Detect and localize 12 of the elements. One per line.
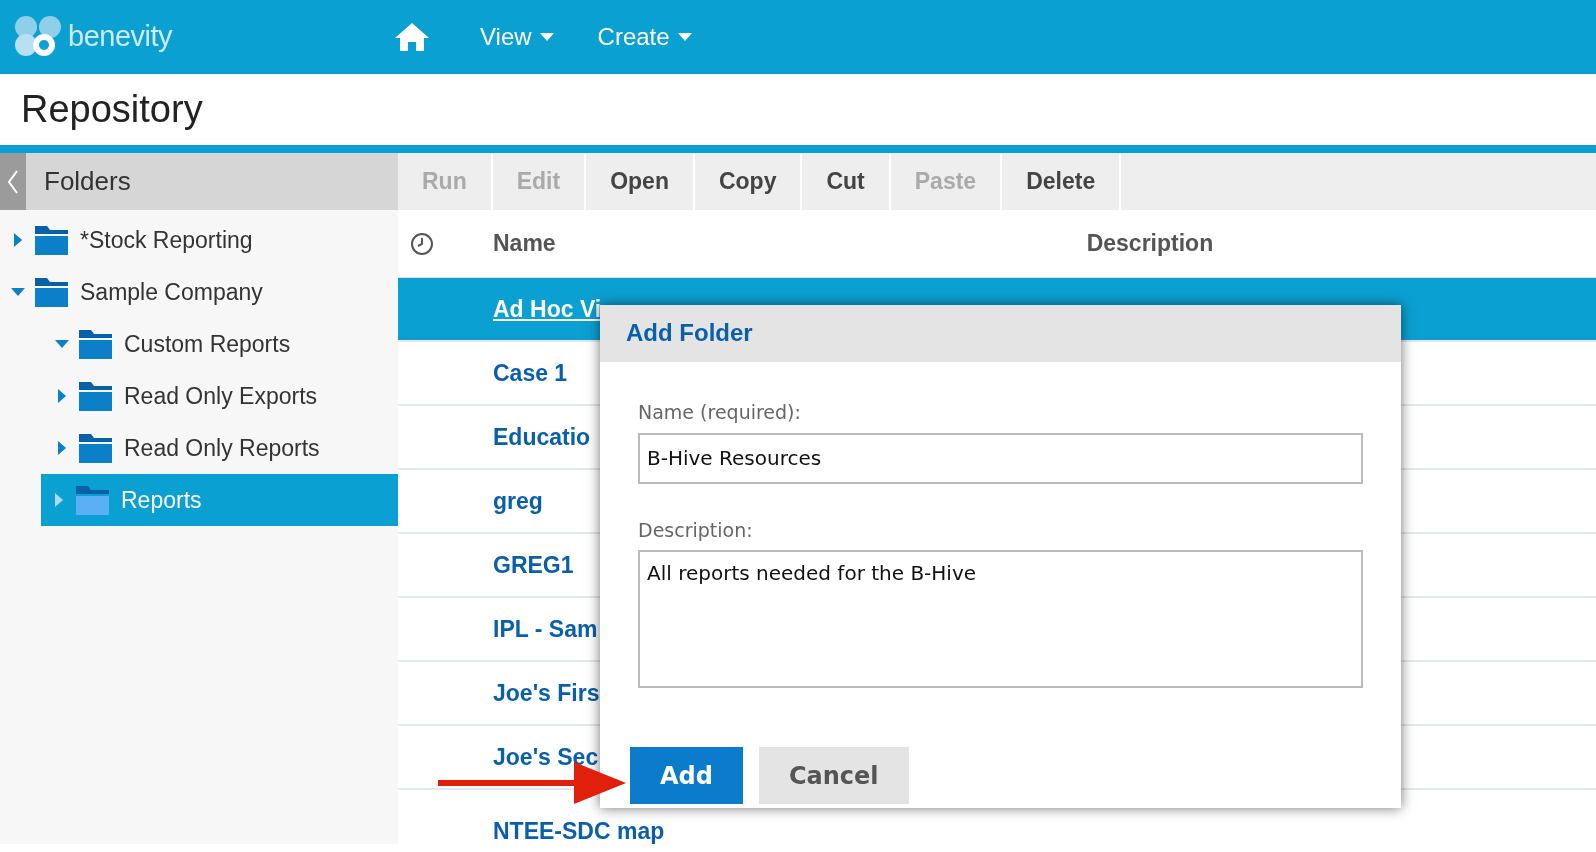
field-label: Description: <box>638 517 754 543</box>
brand-name: benevity <box>68 19 172 55</box>
page-title: Repository <box>21 86 203 132</box>
tree-item-label: Reports <box>121 485 202 515</box>
tree-item-label: Read Only Exports <box>124 381 318 411</box>
tree-item-label: Read Only Reports <box>124 433 320 463</box>
field-label: Name (required): <box>638 400 802 425</box>
tree-item-label: Custom Reports <box>124 329 291 359</box>
sidebar-title: Folders <box>44 165 131 198</box>
tree-item-label: *Stock Reporting <box>80 225 253 255</box>
tree-item-label: Sample Company <box>80 277 263 307</box>
dialog-title: Add Folder <box>626 319 753 348</box>
